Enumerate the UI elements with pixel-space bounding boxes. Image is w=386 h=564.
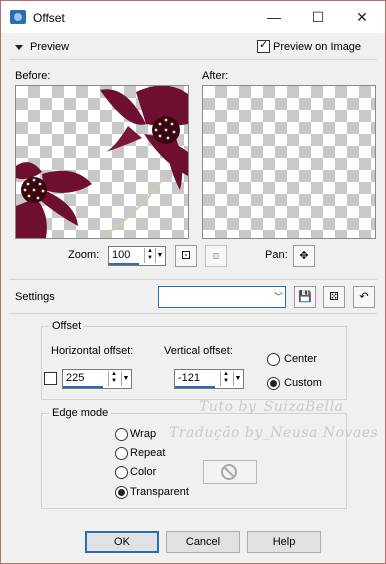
flower-image xyxy=(16,86,188,238)
pan-move-icon[interactable]: ✥ xyxy=(293,245,315,267)
horizontal-offset-label: Horizontal offset: xyxy=(51,345,134,357)
help-button[interactable]: Help xyxy=(247,531,321,553)
repeat-radio-label[interactable]: Repeat xyxy=(130,447,165,459)
preview-on-image-checkbox[interactable] xyxy=(257,38,270,53)
custom-radio-label[interactable]: Custom xyxy=(284,377,322,389)
offset-dialog: Offset — ☐ ✕ Preview Preview on Image Be… xyxy=(0,0,386,564)
custom-radio[interactable] xyxy=(267,377,280,390)
reset-defaults-button[interactable]: ↶ xyxy=(353,286,375,308)
horizontal-offset-value[interactable]: 225 xyxy=(66,372,84,384)
disabled-color-icon xyxy=(221,464,237,480)
preview-on-image-label[interactable]: Preview on Image xyxy=(273,41,361,53)
vertical-offset-value[interactable]: -121 xyxy=(178,372,200,384)
color-radio-label[interactable]: Color xyxy=(130,466,156,478)
settings-preset-dropdown[interactable]: ﹀ xyxy=(158,286,286,308)
horizontal-dropdown-icon[interactable]: ▼ xyxy=(121,371,130,386)
app-icon xyxy=(10,10,26,24)
pan-label: Pan: xyxy=(265,249,288,261)
divider xyxy=(9,279,377,280)
divider xyxy=(9,59,377,60)
minimize-button[interactable]: — xyxy=(259,7,289,27)
after-label: After: xyxy=(202,70,229,82)
edge-mode-group-label: Edge mode xyxy=(49,407,112,419)
vertical-dropdown-icon[interactable]: ▼ xyxy=(233,371,242,386)
center-radio-label[interactable]: Center xyxy=(284,353,317,365)
chevron-down-icon[interactable]: ﹀ xyxy=(274,290,283,303)
repeat-radio[interactable] xyxy=(115,447,128,460)
wrap-radio-label[interactable]: Wrap xyxy=(130,428,156,440)
zoom-dropdown-icon[interactable]: ▼ xyxy=(155,248,164,263)
offset-group-label: Offset xyxy=(49,320,85,332)
vertical-focus-underline xyxy=(175,386,215,388)
color-radio[interactable] xyxy=(115,466,128,479)
transparent-radio-label[interactable]: Transparent xyxy=(130,486,189,498)
save-preset-button[interactable]: 💾 xyxy=(294,286,316,308)
horizontal-spin-arrows-icon[interactable]: ▲ ▼ xyxy=(108,371,119,386)
watermark-line-1: Tuto by_SuizaBella xyxy=(199,399,344,415)
zoom-focus-underline xyxy=(109,263,139,265)
center-radio[interactable] xyxy=(267,353,280,366)
collapse-triangle-icon[interactable] xyxy=(15,45,23,50)
settings-label: Settings xyxy=(15,291,55,303)
close-button[interactable]: ✕ xyxy=(347,7,377,27)
vertical-spin-arrows-icon[interactable]: ▲ ▼ xyxy=(220,371,231,386)
watermark-line-2: Tradução by_Neusa Novaes xyxy=(169,425,379,441)
link-offsets-checkbox[interactable] xyxy=(44,372,57,385)
title-bar: Offset — ☐ ✕ xyxy=(1,1,385,33)
zoom-fit-button[interactable]: ⚀ xyxy=(175,245,197,267)
zoom-actual-size-button[interactable]: ⧈ xyxy=(205,245,227,267)
zoom-spin-arrows-icon[interactable]: ▲ ▼ xyxy=(144,248,155,263)
zoom-label: Zoom: xyxy=(68,249,100,261)
randomize-dice-button[interactable]: ⚄ xyxy=(323,286,345,308)
window-title: Offset xyxy=(33,11,65,25)
before-label: Before: xyxy=(15,70,51,82)
divider xyxy=(9,313,377,314)
transparent-radio[interactable] xyxy=(115,486,128,499)
before-preview-pane[interactable] xyxy=(15,85,189,239)
cancel-button[interactable]: Cancel xyxy=(166,531,240,553)
edge-color-swatch[interactable] xyxy=(203,460,257,484)
maximize-button[interactable]: ☐ xyxy=(303,7,333,27)
zoom-value[interactable]: 100 xyxy=(112,249,130,261)
horizontal-focus-underline xyxy=(63,386,103,388)
after-preview-pane[interactable] xyxy=(202,85,376,239)
vertical-offset-label: Vertical offset: xyxy=(164,345,233,357)
ok-button[interactable]: OK xyxy=(85,531,159,553)
preview-toggle-label[interactable]: Preview xyxy=(30,41,69,53)
wrap-radio[interactable] xyxy=(115,428,128,441)
